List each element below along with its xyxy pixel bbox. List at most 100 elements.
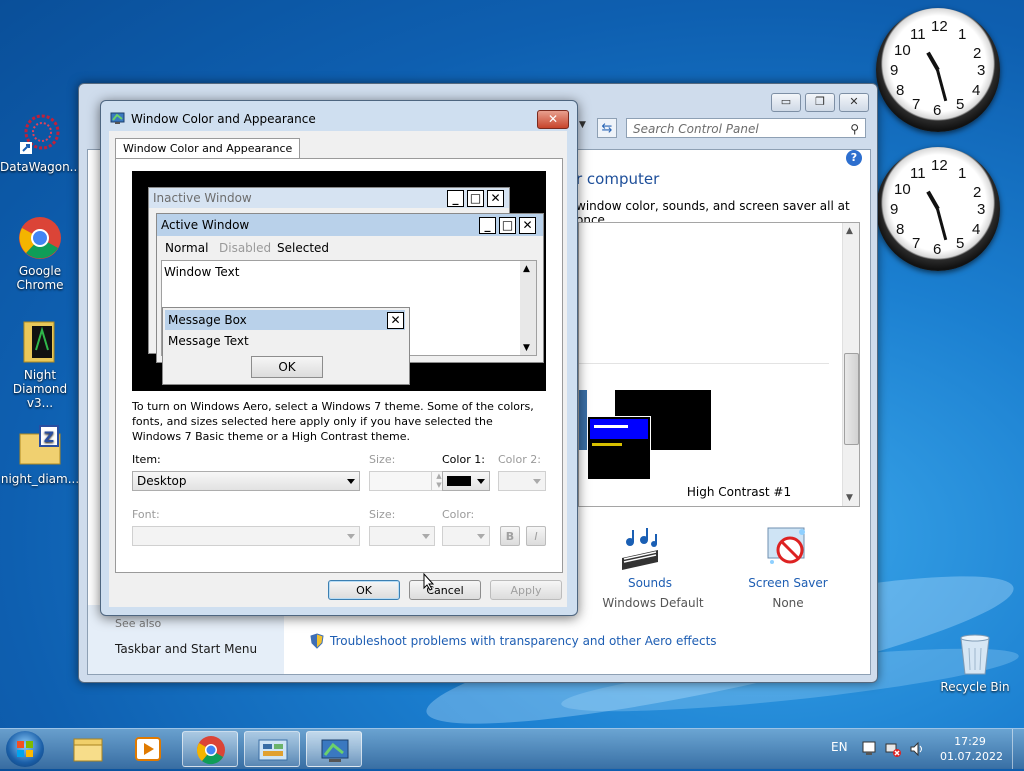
scroll-down-icon[interactable]: ▼ [846, 493, 853, 503]
clock-number: 12 [931, 157, 948, 174]
desktop-icon-datawagon[interactable]: DataWagon... [0, 112, 82, 174]
refresh-icon[interactable]: ⇆ [597, 118, 617, 138]
hc-title-bar [590, 419, 648, 439]
italic-button[interactable]: I [526, 526, 546, 546]
dialog-title: Window Color and Appearance [131, 112, 316, 126]
clock-number: 9 [890, 201, 899, 218]
appearance-preview[interactable]: Inactive Window _ □ ✕ Active Window _ □ … [132, 171, 546, 391]
search-icon[interactable]: ⚲ [850, 119, 859, 139]
font-select[interactable] [132, 526, 360, 546]
network-icon[interactable] [885, 741, 901, 757]
chrome-icon [18, 216, 62, 260]
clock-date: 01.07.2022 [940, 750, 1003, 763]
close-icon: ✕ [519, 217, 536, 234]
address-dropdown-icon[interactable]: ▼ [579, 120, 589, 136]
sounds-value: Windows Default [602, 596, 704, 610]
scroll-thumb[interactable] [844, 353, 859, 445]
taskbar-chrome-button[interactable] [182, 731, 238, 767]
clock-number: 12 [931, 18, 948, 35]
clock-number: 10 [894, 42, 911, 59]
clock-number: 4 [972, 82, 981, 99]
chevron-down-icon [533, 479, 541, 484]
minimize-button[interactable]: ▭ [771, 93, 801, 112]
screen-saver-icon[interactable] [764, 524, 810, 570]
sounds-icon[interactable] [618, 528, 658, 570]
system-clock[interactable]: 17:29 01.07.2022 [940, 734, 1003, 764]
taskbar-media-player-button[interactable] [120, 731, 176, 767]
tab-window-color-appearance[interactable]: Window Color and Appearance [115, 138, 301, 159]
taskbar-start-menu-link[interactable]: Taskbar and Start Menu [115, 642, 257, 656]
maximize-button[interactable]: ❐ [805, 93, 835, 112]
hc-yellow-line [592, 443, 622, 446]
color2-label: Color 2: [498, 453, 541, 466]
clock-number: 10 [894, 181, 911, 198]
screen-saver-link[interactable]: Screen Saver [748, 576, 828, 590]
font-color-picker[interactable] [442, 526, 490, 546]
clock-number: 6 [933, 241, 942, 258]
clock-gadget[interactable]: 12 1 2 3 4 5 6 7 8 9 10 11 [876, 8, 1000, 132]
taskbar: EN 17:29 01.07.2022 [0, 728, 1024, 769]
chevron-down-icon [422, 534, 430, 539]
preview-scrollbar: ▲ ▼ [520, 261, 536, 355]
troubleshoot-link[interactable]: Troubleshoot problems with transparency … [330, 634, 717, 648]
item-select[interactable]: Desktop [132, 471, 360, 491]
screen-saver-value: None [772, 596, 804, 610]
taskbar-control-panel-button[interactable] [244, 731, 300, 767]
apply-button[interactable]: Apply [490, 580, 562, 600]
desktop-icon-chrome[interactable]: Google Chrome [0, 216, 80, 292]
font-size-select[interactable] [369, 526, 435, 546]
show-desktop-button[interactable] [1012, 729, 1024, 769]
close-button[interactable]: ✕ [839, 93, 869, 112]
desktop-icon-night-diamond[interactable]: Night Diamond v3... [0, 320, 80, 410]
clock-number: 5 [956, 96, 965, 113]
clock-number: 8 [896, 82, 905, 99]
hc-title-line [594, 425, 628, 428]
font-label: Font: [132, 508, 160, 521]
svg-text:Z: Z [44, 430, 54, 446]
desktop-icon-night-diam-archive[interactable]: Z night_diam... [0, 424, 80, 486]
chevron-down-icon [477, 534, 485, 539]
size-spinner[interactable]: ▲ ▼ [369, 471, 447, 491]
font-size-label: Size: [369, 508, 396, 521]
size-label: Size: [369, 453, 396, 466]
scroll-up-icon[interactable]: ▲ [846, 226, 853, 236]
language-indicator[interactable]: EN [831, 740, 848, 754]
high-contrast-theme-preview[interactable] [587, 416, 651, 480]
clock-number: 4 [972, 221, 981, 238]
themes-list[interactable]: High Contrast #1 ▲ ▼ [578, 222, 860, 507]
tab-panel: Inactive Window _ □ ✕ Active Window _ □ … [115, 158, 563, 573]
desktop-icon-label: DataWagon... [0, 160, 82, 174]
action-center-icon[interactable] [861, 741, 877, 757]
sounds-link[interactable]: Sounds [610, 576, 690, 590]
menu-normal: Normal [165, 241, 209, 255]
search-input[interactable]: Search Control Panel ⚲ [626, 118, 866, 138]
message-box-title: Message Box [168, 313, 247, 327]
help-icon[interactable]: ? [846, 150, 862, 166]
mouse-cursor-icon [423, 572, 435, 591]
desktop-icon-recycle-bin[interactable]: Recycle Bin [935, 632, 1015, 694]
taskbar-explorer-button[interactable] [60, 731, 116, 767]
cancel-button[interactable]: Cancel [409, 580, 481, 600]
active-window-title: Active Window [161, 218, 250, 232]
scroll-down-icon: ▼ [523, 343, 530, 353]
desktop-icon-label: Recycle Bin [940, 680, 1010, 694]
clock-gadget[interactable]: 12 1 2 3 4 5 6 7 8 9 10 11 [876, 147, 1000, 271]
clock-number: 5 [956, 235, 965, 252]
dialog-close-button[interactable]: ✕ [537, 110, 569, 129]
page-heading: r computer [576, 170, 660, 188]
color1-picker[interactable] [442, 471, 490, 491]
ok-button[interactable]: OK [328, 580, 400, 600]
clock-number: 3 [977, 62, 986, 79]
bold-button[interactable]: B [500, 526, 520, 546]
theme-name: High Contrast #1 [686, 485, 792, 499]
clock-hour-hand [926, 190, 940, 210]
clock-minute-hand [936, 208, 948, 241]
color2-picker[interactable] [498, 471, 546, 491]
themes-scrollbar[interactable]: ▲ ▼ [842, 223, 859, 506]
start-button[interactable] [6, 731, 44, 767]
close-icon: ✕ [487, 190, 504, 207]
clock-time: 17:29 [954, 735, 986, 748]
volume-icon[interactable] [909, 741, 925, 757]
taskbar-window-color-button[interactable] [306, 731, 362, 767]
window-color-appearance-dialog: Window Color and Appearance ✕ Window Col… [100, 100, 578, 616]
